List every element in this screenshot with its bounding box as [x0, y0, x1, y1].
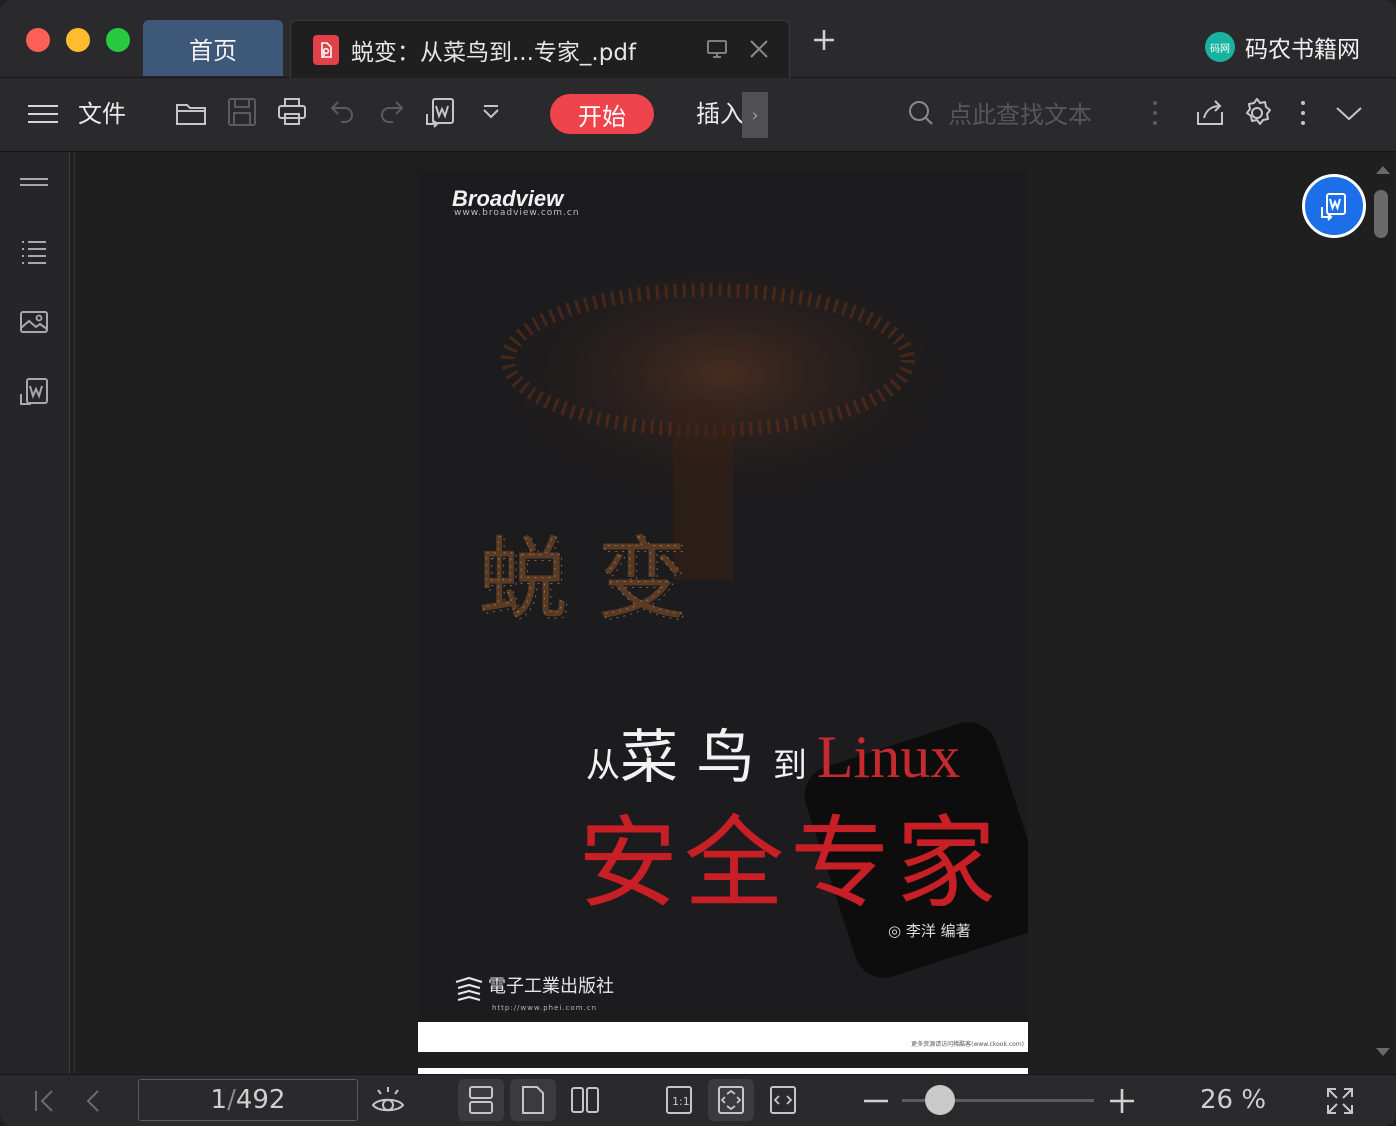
svg-text:蜕 变: 蜕 变 — [480, 529, 689, 634]
main-toolbar: 文件 开始 插入 › — [0, 78, 1396, 152]
toolbar-scroll-right-icon[interactable]: › — [742, 92, 768, 138]
new-tab-button[interactable] — [812, 28, 836, 52]
window-minimize-button[interactable] — [66, 28, 90, 52]
fit-page-icon — [718, 1086, 744, 1114]
redo-icon[interactable] — [376, 96, 406, 126]
cover-author: ◎ 李洋 编著 — [888, 922, 971, 940]
convert-floating-button[interactable] — [1302, 174, 1366, 238]
cover-artwork: 蜕 变 蜕 变 — [478, 270, 953, 635]
svg-text:1:1: 1:1 — [672, 1095, 690, 1108]
insert-tab-button[interactable]: 插入 — [696, 96, 744, 132]
publisher-brand-url: www.broadview.com.cn — [454, 208, 580, 218]
cover-publisher-url: http://www.phei.com.cn — [492, 1004, 598, 1012]
total-pages: 492 — [235, 1085, 286, 1115]
zoom-in-icon[interactable] — [1108, 1085, 1136, 1117]
page-separator: / — [227, 1085, 236, 1115]
footer-note: 更多资源请访问稀酷客(www.ckook.com) — [911, 1041, 1024, 1048]
file-menu-button[interactable]: 文件 — [78, 96, 126, 132]
zoom-slider-handle[interactable] — [925, 1085, 956, 1115]
fullscreen-icon[interactable] — [1324, 1085, 1356, 1117]
actual-size-button[interactable]: 1:1 — [656, 1079, 702, 1121]
left-sidebar — [0, 152, 70, 1074]
page-footer: 更多资源请访问稀酷客(www.ckook.com) — [418, 1022, 1028, 1052]
pdf-to-word-icon — [1321, 193, 1346, 221]
scroll-up-icon[interactable] — [1376, 166, 1390, 174]
status-bar: 1/492 1:1 26 % — [0, 1074, 1396, 1126]
cover-publisher: 電子工業出版社 — [488, 976, 614, 997]
undo-icon[interactable] — [328, 96, 358, 126]
monitor-icon[interactable] — [705, 37, 729, 61]
sidebar-divider[interactable] — [74, 152, 75, 1074]
zoom-percentage[interactable]: 26 % — [1200, 1085, 1266, 1115]
window-zoom-button[interactable] — [106, 28, 130, 52]
outline-icon[interactable] — [18, 236, 50, 268]
pdf-page-1[interactable]: 蜕 变 蜕 变 Broadview www.broadview.com.cn 从… — [418, 170, 1028, 1052]
page-number-input[interactable]: 1/492 — [138, 1079, 358, 1121]
brand-name: 码农书籍网 — [1245, 37, 1360, 63]
single-page-icon — [522, 1086, 544, 1114]
search-icon — [906, 96, 936, 130]
publisher-logo-icon — [454, 976, 484, 1004]
current-page: 1 — [210, 1085, 228, 1115]
brand-account[interactable]: 码网 码农书籍网 — [1205, 30, 1360, 64]
more-vertical-icon[interactable] — [1296, 96, 1310, 130]
two-page-view-button[interactable] — [562, 1079, 608, 1121]
chevron-down-icon[interactable] — [480, 96, 502, 130]
share-icon[interactable] — [1194, 96, 1226, 130]
collapse-toolbar-chevron-icon[interactable] — [1334, 96, 1364, 130]
fit-width-button[interactable] — [760, 1079, 806, 1121]
first-page-icon[interactable] — [32, 1085, 58, 1117]
more-vertical-icon[interactable] — [1148, 96, 1162, 130]
pdf-to-word-icon[interactable] — [18, 376, 50, 408]
image-icon[interactable] — [18, 306, 50, 338]
tab-home[interactable]: 首页 — [143, 20, 283, 76]
actual-size-icon: 1:1 — [666, 1086, 692, 1114]
app-window: 首页 蜕变：从菜鸟到...专家_.pdf 码网 码农书籍网 文件 开始 插入 ›… — [0, 0, 1396, 1126]
thumbnail-toggle-icon[interactable] — [18, 170, 50, 202]
fit-width-icon — [770, 1086, 796, 1114]
settings-gear-icon[interactable] — [1240, 96, 1274, 130]
print-icon[interactable] — [276, 96, 308, 128]
two-page-icon — [571, 1087, 599, 1113]
tab-bar: 首页 蜕变：从菜鸟到...专家_.pdf 码网 码农书籍网 — [0, 0, 1396, 78]
pdf-file-icon — [313, 34, 339, 65]
scroll-thumb[interactable] — [1374, 190, 1388, 238]
tab-home-label: 首页 — [189, 36, 237, 65]
continuous-scroll-view-button[interactable] — [458, 1079, 504, 1121]
eye-care-icon[interactable] — [370, 1083, 406, 1119]
cover-title-line2: 安全专家 — [578, 805, 1002, 922]
brand-logo-icon: 码网 — [1205, 32, 1235, 62]
save-icon[interactable] — [226, 96, 258, 128]
start-tab-button[interactable]: 开始 — [550, 94, 654, 134]
zoom-out-icon[interactable] — [862, 1085, 890, 1117]
continuous-view-icon — [469, 1086, 493, 1114]
search-input[interactable] — [948, 98, 1128, 132]
open-folder-icon[interactable] — [174, 96, 208, 130]
tab-document-label: 蜕变：从菜鸟到...专家_.pdf — [351, 39, 637, 66]
scroll-down-icon[interactable] — [1376, 1048, 1390, 1056]
pdf-to-word-icon[interactable] — [424, 96, 458, 130]
start-tab-label: 开始 — [578, 102, 626, 131]
menu-icon[interactable] — [28, 96, 58, 132]
vertical-scrollbar[interactable] — [1372, 160, 1396, 1060]
close-tab-icon[interactable] — [747, 37, 771, 61]
single-page-view-button[interactable] — [510, 1079, 556, 1121]
window-close-button[interactable] — [26, 28, 50, 52]
fit-page-button[interactable] — [708, 1079, 754, 1121]
previous-page-icon[interactable] — [82, 1085, 104, 1117]
tab-document[interactable]: 蜕变：从菜鸟到...专家_.pdf — [290, 20, 790, 78]
